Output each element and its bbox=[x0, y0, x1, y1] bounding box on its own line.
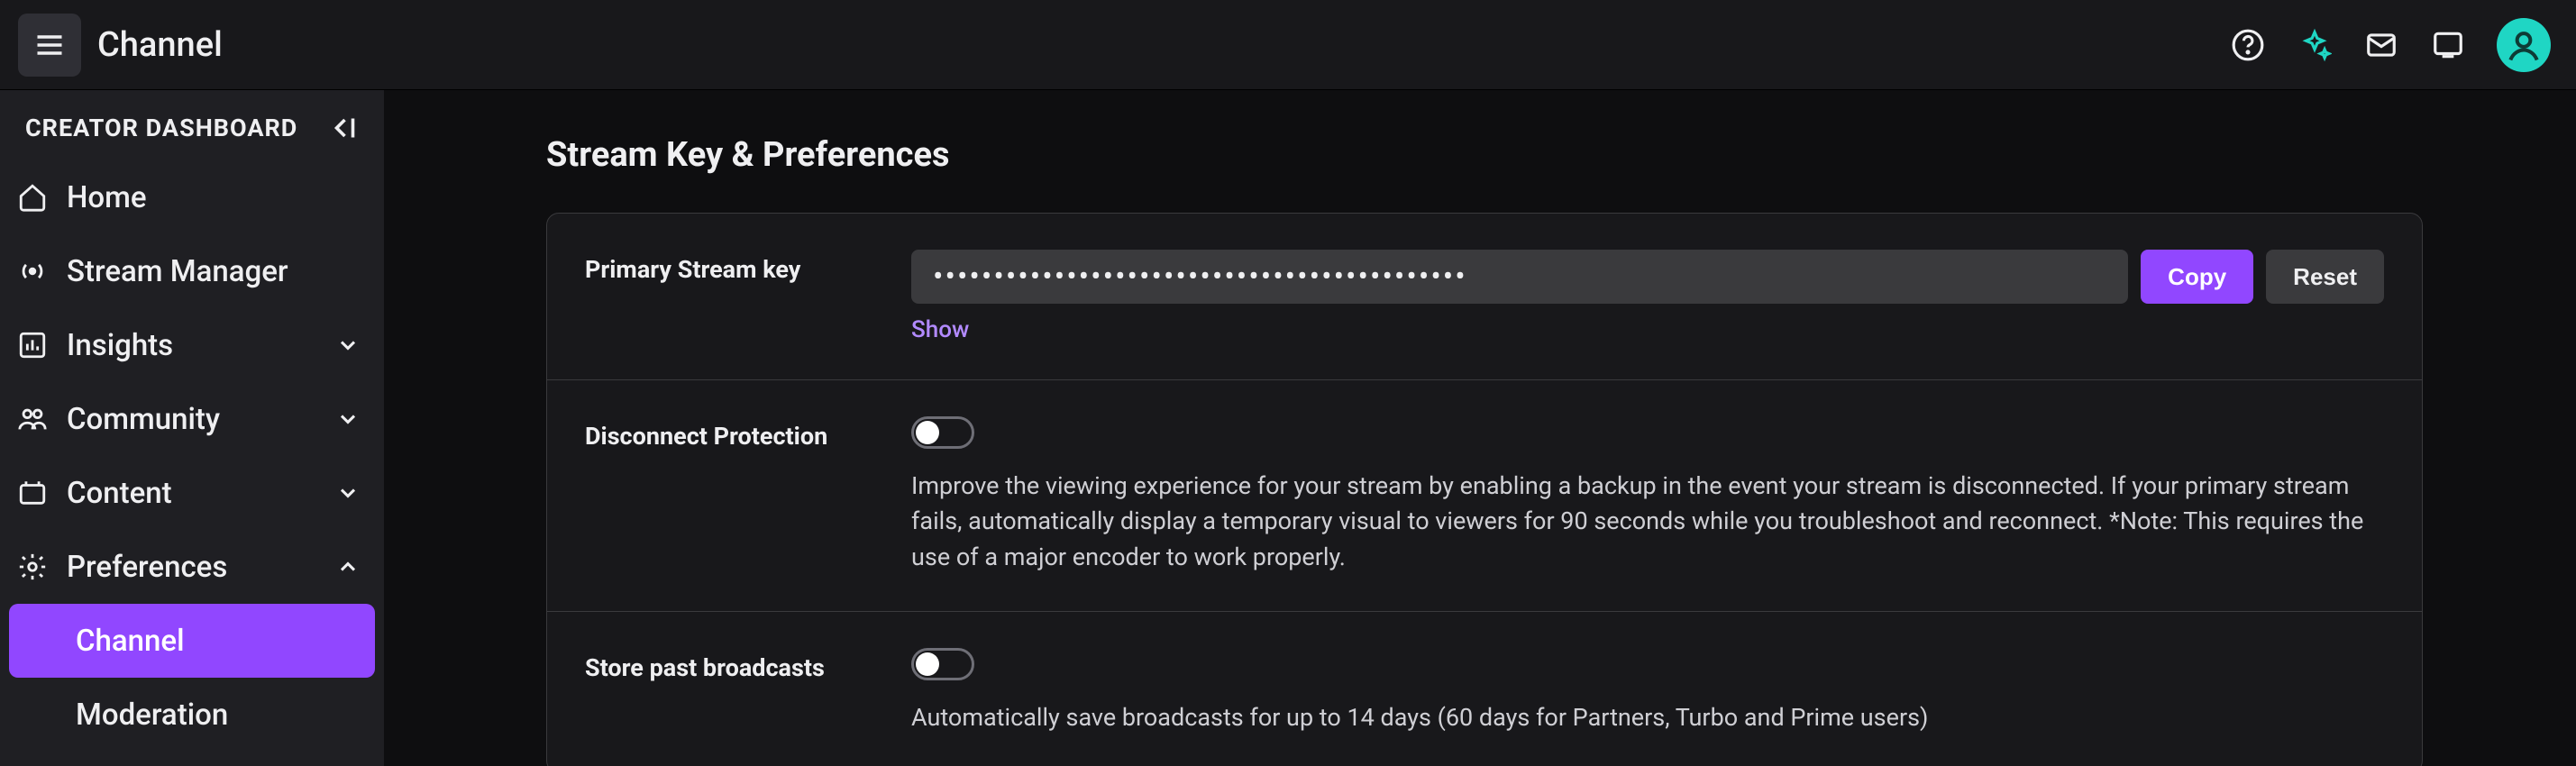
sidebar-item-preferences[interactable]: Preferences bbox=[0, 530, 384, 604]
help-button[interactable] bbox=[2230, 27, 2266, 63]
hamburger-button[interactable] bbox=[18, 14, 81, 77]
sidebar-item-community[interactable]: Community bbox=[0, 382, 384, 456]
section-label: Primary Stream key bbox=[585, 250, 911, 343]
section-label: Store past broadcasts bbox=[585, 648, 911, 735]
sidebar-subitem-moderation[interactable]: Moderation bbox=[9, 678, 375, 752]
content-icon bbox=[17, 478, 48, 508]
sidebar-item-label: Home bbox=[67, 180, 364, 215]
ai-sparkle-button[interactable] bbox=[2297, 27, 2333, 63]
copy-button[interactable]: Copy bbox=[2141, 250, 2253, 304]
help-icon bbox=[2231, 28, 2265, 62]
chevron-down-icon bbox=[335, 333, 361, 358]
sidebar-item-content[interactable]: Content bbox=[0, 456, 384, 530]
sidebar-title: CREATOR DASHBOARD bbox=[25, 114, 297, 142]
gear-icon bbox=[17, 552, 48, 582]
broadcast-icon bbox=[17, 256, 48, 287]
sidebar-item-label: Preferences bbox=[67, 550, 315, 585]
toggle-knob bbox=[916, 421, 939, 444]
sidebar-item-label: Stream Manager bbox=[67, 254, 364, 289]
page-context-title: Channel bbox=[97, 25, 223, 65]
toggle-knob bbox=[916, 652, 939, 676]
settings-panel: Primary Stream key Copy Reset Show Disco… bbox=[546, 213, 2423, 766]
hamburger-icon bbox=[33, 29, 66, 61]
mail-icon bbox=[2364, 28, 2398, 62]
collapse-icon bbox=[330, 112, 362, 144]
sidebar-item-stream-manager[interactable]: Stream Manager bbox=[0, 234, 384, 308]
sidebar-subitem-channel[interactable]: Channel bbox=[9, 604, 375, 678]
sidebar-item-insights[interactable]: Insights bbox=[0, 308, 384, 382]
collapse-sidebar-button[interactable] bbox=[328, 110, 364, 146]
store-broadcasts-description: Automatically save broadcasts for up to … bbox=[911, 700, 2384, 735]
sidebar-item-home[interactable]: Home bbox=[0, 160, 384, 234]
sidebar-item-label: Community bbox=[67, 402, 315, 437]
chevron-down-icon bbox=[335, 480, 361, 506]
home-icon bbox=[17, 182, 48, 213]
sidebar-subitem-label: Channel bbox=[76, 624, 185, 659]
section-stream-key: Primary Stream key Copy Reset Show bbox=[547, 214, 2422, 380]
page-title: Stream Key & Preferences bbox=[546, 135, 2423, 175]
sidebar-item-label: Content bbox=[67, 476, 315, 511]
inbox-button[interactable] bbox=[2363, 27, 2399, 63]
stream-key-input[interactable] bbox=[911, 250, 2128, 304]
chevron-up-icon bbox=[335, 554, 361, 579]
main-content: Stream Key & Preferences Primary Stream … bbox=[384, 90, 2576, 766]
user-icon bbox=[2504, 25, 2544, 65]
topbar-icons bbox=[2230, 18, 2558, 72]
avatar[interactable] bbox=[2497, 18, 2551, 72]
sidebar-subitem-label: Moderation bbox=[76, 698, 228, 733]
store-broadcasts-toggle[interactable] bbox=[911, 648, 974, 680]
chevron-down-icon bbox=[335, 406, 361, 432]
top-bar: Channel bbox=[0, 0, 2576, 90]
section-label: Disconnect Protection bbox=[585, 416, 911, 575]
section-store-broadcasts: Store past broadcasts Automatically save… bbox=[547, 612, 2422, 766]
sidebar-header: CREATOR DASHBOARD bbox=[0, 110, 384, 160]
sidebar: CREATOR DASHBOARD Home Stream Manager In… bbox=[0, 90, 384, 766]
community-icon bbox=[17, 404, 48, 434]
notifications-button[interactable] bbox=[2430, 27, 2466, 63]
disconnect-protection-toggle[interactable] bbox=[911, 416, 974, 449]
show-key-link[interactable]: Show bbox=[911, 316, 969, 343]
reset-button[interactable]: Reset bbox=[2266, 250, 2384, 304]
announcement-icon bbox=[2431, 28, 2465, 62]
section-disconnect-protection: Disconnect Protection Improve the viewin… bbox=[547, 380, 2422, 612]
chart-icon bbox=[17, 330, 48, 360]
sparkle-icon bbox=[2297, 28, 2332, 62]
sidebar-item-label: Insights bbox=[67, 328, 315, 363]
disconnect-protection-description: Improve the viewing experience for your … bbox=[911, 469, 2384, 575]
